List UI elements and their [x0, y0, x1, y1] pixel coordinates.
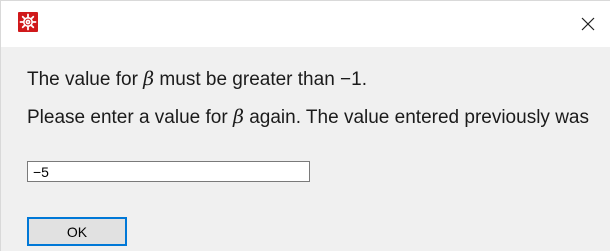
beta-value-input[interactable] — [27, 161, 310, 182]
error-message: The value for β must be greater than −1. — [27, 68, 367, 91]
close-button[interactable] — [565, 1, 610, 47]
app-gear-icon — [18, 12, 38, 32]
beta-symbol: β — [232, 106, 244, 128]
beta-symbol: β — [143, 68, 155, 90]
message-text: Please enter a value for — [27, 107, 233, 128]
title-bar — [1, 1, 610, 47]
message-text: again. The value entered previously was — [243, 107, 589, 128]
prompt-message: Please enter a value for β again. The va… — [27, 106, 589, 129]
message-text: must be greater than −1. — [154, 69, 367, 90]
message-text: The value for — [27, 69, 144, 90]
close-icon — [581, 17, 595, 31]
ok-button[interactable]: OK — [27, 217, 127, 246]
dialog-window: The value for β must be greater than −1.… — [0, 0, 610, 251]
